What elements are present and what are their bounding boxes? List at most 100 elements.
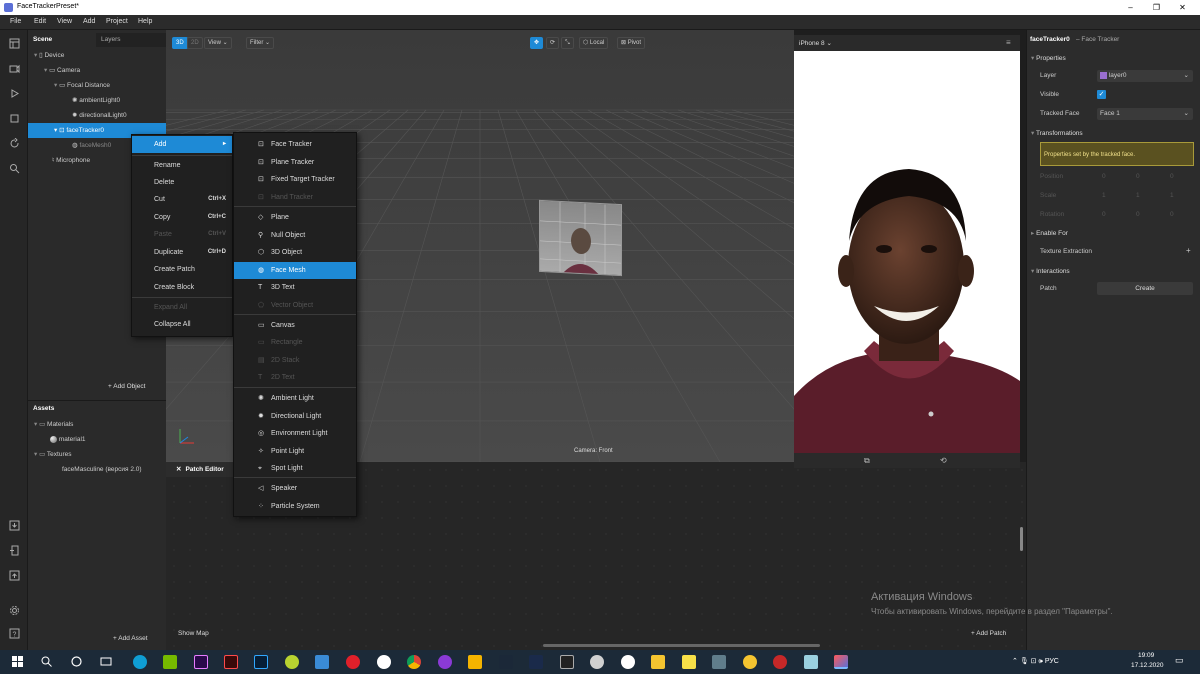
submenu-item[interactable]: ✹ Directional Light bbox=[234, 408, 356, 425]
simulator-screen[interactable] bbox=[794, 51, 1020, 453]
stop-icon[interactable] bbox=[9, 113, 20, 124]
submenu-item[interactable]: ◁ Speaker bbox=[234, 480, 356, 497]
spark-ar-icon[interactable] bbox=[834, 655, 848, 669]
close-icon[interactable]: ✕ bbox=[176, 466, 181, 473]
layer-dropdown[interactable]: layer0 ⌄ bbox=[1097, 70, 1193, 82]
show-map-button[interactable]: Show Map bbox=[178, 630, 209, 637]
patch-editor-tab[interactable]: ✕ Patch Editor bbox=[166, 462, 238, 477]
submenu-item[interactable]: ◍ Face Mesh bbox=[234, 262, 356, 279]
add-object-button[interactable]: + Add Object bbox=[108, 383, 145, 390]
submenu-item[interactable]: ⊡ Fixed Target Tracker bbox=[234, 171, 356, 188]
rotate-device-icon[interactable]: ⟲ bbox=[940, 456, 947, 465]
context-menu-item[interactable]: Copy Ctrl+C bbox=[132, 209, 232, 226]
section-properties[interactable]: ▾ Properties bbox=[1031, 54, 1070, 62]
clock-time[interactable]: 19:09 bbox=[1138, 652, 1154, 659]
menu-add[interactable]: Add bbox=[83, 18, 95, 25]
minimize-button[interactable]: – bbox=[1118, 0, 1143, 15]
wordpad-icon[interactable] bbox=[621, 655, 635, 669]
photoshop-icon[interactable] bbox=[254, 655, 268, 669]
play-icon[interactable] bbox=[9, 88, 20, 99]
asset-face-texture[interactable]: faceMasculine (версия 2.0) bbox=[62, 462, 142, 477]
submenu-item[interactable]: ⊡ Plane Tracker bbox=[234, 154, 356, 171]
submenu-item[interactable]: ◇ Plane bbox=[234, 209, 356, 226]
tab-layers[interactable]: Layers bbox=[96, 33, 166, 47]
pivot-toggle[interactable]: ⊠ Pivot bbox=[617, 37, 646, 49]
menu-help[interactable]: Help bbox=[138, 18, 152, 25]
mode-2d-button[interactable]: 2D bbox=[187, 37, 203, 49]
context-menu-item[interactable]: Rename bbox=[132, 157, 232, 174]
steam-icon[interactable] bbox=[499, 655, 513, 669]
game-icon[interactable] bbox=[773, 655, 787, 669]
context-menu-item[interactable]: Cut Ctrl+X bbox=[132, 191, 232, 208]
menu-file[interactable]: File bbox=[10, 18, 21, 25]
maximize-button[interactable]: ❐ bbox=[1144, 0, 1169, 15]
submenu-item[interactable]: ⚲ Null Object bbox=[234, 227, 356, 244]
upload-icon[interactable] bbox=[9, 570, 20, 581]
microphone-icon[interactable]: 🎙 bbox=[1020, 658, 1031, 665]
filter-dropdown[interactable]: Filter ⌄ bbox=[246, 37, 275, 49]
language-indicator[interactable]: РУС bbox=[1045, 658, 1059, 665]
mode-3d-button[interactable]: 3D bbox=[172, 37, 188, 49]
animate-icon[interactable] bbox=[224, 655, 238, 669]
submenu-item[interactable]: ◎ Environment Light bbox=[234, 425, 356, 442]
menu-view[interactable]: View bbox=[57, 18, 72, 25]
context-menu-item[interactable]: Create Block bbox=[132, 279, 232, 296]
settings-icon[interactable] bbox=[9, 605, 20, 616]
nvidia-icon[interactable] bbox=[163, 655, 177, 669]
menu-edit[interactable]: Edit bbox=[34, 18, 46, 25]
scene-tree-item[interactable]: ✺ ambientLight0 bbox=[28, 93, 166, 108]
section-enable-for[interactable]: ▸ Enable For bbox=[1031, 229, 1068, 237]
asset-textures-folder[interactable]: ▾ ▭ Textures bbox=[34, 447, 72, 462]
tray-chevron-icon[interactable]: ⌃ bbox=[1012, 658, 1020, 665]
search-icon[interactable] bbox=[41, 656, 52, 667]
epic-icon[interactable] bbox=[560, 655, 574, 669]
folder-icon[interactable] bbox=[651, 655, 665, 669]
asset-material1[interactable]: material1 bbox=[50, 432, 86, 447]
menu-icon[interactable]: ≡ bbox=[1006, 38, 1011, 47]
horizontal-scrollbar[interactable] bbox=[543, 644, 820, 647]
scale-tool-button[interactable]: ⤡ bbox=[561, 37, 574, 49]
windows-start-icon[interactable] bbox=[12, 656, 23, 667]
device-dropdown[interactable]: iPhone 8 ⌄ bbox=[799, 39, 832, 47]
app-icon[interactable] bbox=[590, 655, 604, 669]
opera-icon[interactable] bbox=[346, 655, 360, 669]
menu-project[interactable]: Project bbox=[106, 18, 128, 25]
section-interactions[interactable]: ▾ Interactions bbox=[1031, 267, 1074, 275]
submenu-item[interactable]: ✺ Ambient Light bbox=[234, 390, 356, 407]
help-icon[interactable]: ? bbox=[9, 628, 20, 639]
battlenet-icon[interactable] bbox=[529, 655, 543, 669]
face-mesh-plane[interactable] bbox=[539, 199, 622, 277]
calculator-icon[interactable] bbox=[712, 655, 726, 669]
close-button[interactable]: ✕ bbox=[1170, 0, 1195, 15]
submenu-item[interactable]: T 3D Text bbox=[234, 279, 356, 296]
edge-icon[interactable] bbox=[133, 655, 147, 669]
task-view-icon[interactable] bbox=[100, 656, 112, 667]
screenshot-icon[interactable]: ⧉ bbox=[864, 456, 870, 466]
submenu-item[interactable]: ▭ Canvas bbox=[234, 317, 356, 334]
submenu-item[interactable]: ⌖ Spot Light bbox=[234, 460, 356, 477]
add-texture-extraction-button[interactable]: + bbox=[1186, 246, 1191, 255]
tab-scene[interactable]: Scene bbox=[28, 33, 96, 47]
search-icon[interactable] bbox=[9, 163, 20, 174]
submenu-item[interactable]: ⬡ 3D Object bbox=[234, 244, 356, 261]
tennis-icon[interactable] bbox=[285, 655, 299, 669]
context-menu-item[interactable]: Create Patch bbox=[132, 261, 232, 278]
context-menu-item[interactable]: Duplicate Ctrl+D bbox=[132, 244, 232, 261]
refresh-icon[interactable] bbox=[9, 138, 20, 149]
premiere-icon[interactable] bbox=[194, 655, 208, 669]
cortana-icon[interactable] bbox=[71, 656, 82, 667]
scene-tree-item[interactable]: ▾ ▭ Focal Distance bbox=[28, 78, 166, 93]
photos-icon[interactable] bbox=[315, 655, 329, 669]
local-toggle[interactable]: ⬡ Local bbox=[579, 37, 609, 49]
clock-date[interactable]: 17.12.2020 bbox=[1131, 662, 1164, 669]
submenu-item[interactable]: ⁘ Particle System bbox=[234, 498, 356, 515]
view-dropdown[interactable]: View ⌄ bbox=[204, 37, 232, 49]
section-transformations[interactable]: ▾ Transformations bbox=[1031, 129, 1087, 137]
notifications-icon[interactable]: ▭ bbox=[1175, 655, 1184, 666]
chrome-icon[interactable] bbox=[407, 655, 421, 669]
camera-icon[interactable] bbox=[9, 63, 20, 74]
submenu-item[interactable]: ⊡ Face Tracker bbox=[234, 136, 356, 153]
rockstar-icon[interactable] bbox=[468, 655, 482, 669]
podcast-icon[interactable] bbox=[438, 655, 452, 669]
import-icon[interactable] bbox=[9, 520, 20, 531]
